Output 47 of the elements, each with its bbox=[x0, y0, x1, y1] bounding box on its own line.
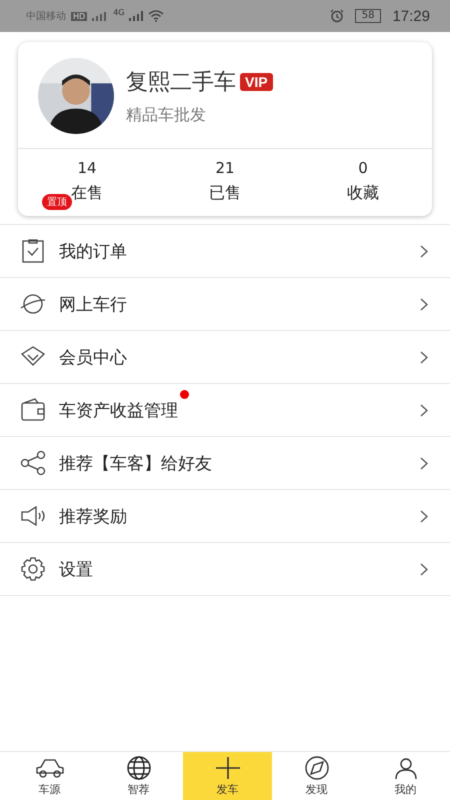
pinned-badge: 置顶 bbox=[42, 194, 72, 210]
tab-button[interactable]: 发车 bbox=[183, 752, 272, 800]
stat-label[interactable]: 在售 bbox=[71, 183, 103, 204]
menu-label: 推荐奖励 bbox=[59, 506, 128, 528]
settings-icon bbox=[19, 555, 47, 583]
menu-item[interactable]: 网上车行 bbox=[0, 278, 450, 331]
share-icon bbox=[19, 449, 47, 477]
hd-badge: HD bbox=[71, 12, 88, 20]
menu-item[interactable]: 我的订单 bbox=[0, 225, 450, 278]
dealer-name: 复熙二手车 bbox=[126, 68, 236, 96]
chevron-right-icon bbox=[420, 298, 428, 310]
stat-label[interactable]: 已售 bbox=[209, 183, 241, 204]
menu-label: 车资产收益管理 bbox=[59, 398, 408, 422]
vip-badge: VIP bbox=[240, 72, 273, 90]
menu-item[interactable]: 设置 bbox=[0, 543, 450, 596]
stat-label[interactable]: 收藏 bbox=[347, 183, 379, 204]
battery-icon: 58 bbox=[354, 9, 382, 23]
tab-button[interactable]: 发现 bbox=[272, 752, 361, 800]
signal-icon bbox=[92, 11, 108, 21]
stat-count: 21 bbox=[215, 159, 235, 177]
chevron-right-icon bbox=[420, 562, 428, 576]
tab-button[interactable]: 我的 bbox=[361, 752, 450, 800]
clock-time: 17:29 bbox=[392, 8, 430, 24]
chevron-right-icon bbox=[420, 350, 428, 364]
alarm-icon bbox=[330, 9, 344, 23]
menu-label: 网上车行 bbox=[59, 294, 128, 316]
dealer-subtitle: 精品车批发 bbox=[126, 104, 207, 126]
tab-button[interactable]: 车源 bbox=[5, 752, 94, 800]
carrier-name: 中国移动 bbox=[26, 10, 66, 23]
chevron-right-icon bbox=[420, 510, 428, 522]
menu-label: 设置 bbox=[59, 558, 94, 580]
stat-count: 14 bbox=[77, 159, 97, 177]
chevron-right-icon bbox=[420, 456, 428, 470]
chevron-right-icon bbox=[420, 244, 428, 258]
menu-label: 我的订单 bbox=[59, 240, 128, 262]
tab-button[interactable]: 智荐 bbox=[94, 752, 183, 800]
wifi-icon bbox=[148, 10, 164, 22]
menu-item[interactable]: 推荐奖励 bbox=[0, 490, 450, 543]
menu-label: 推荐【车客】给好友 bbox=[59, 452, 213, 474]
stat-count: 0 bbox=[358, 159, 368, 177]
signal-icon bbox=[129, 11, 144, 21]
menu-item[interactable]: 推荐【车客】给好友 bbox=[0, 437, 450, 490]
menu-item[interactable]: 车资产收益管理 bbox=[0, 384, 450, 437]
network-label: 4G bbox=[113, 8, 124, 17]
menu-label: 会员中心 bbox=[59, 346, 128, 368]
chevron-right-icon bbox=[420, 404, 428, 416]
menu-item[interactable]: 会员中心 bbox=[0, 331, 450, 384]
